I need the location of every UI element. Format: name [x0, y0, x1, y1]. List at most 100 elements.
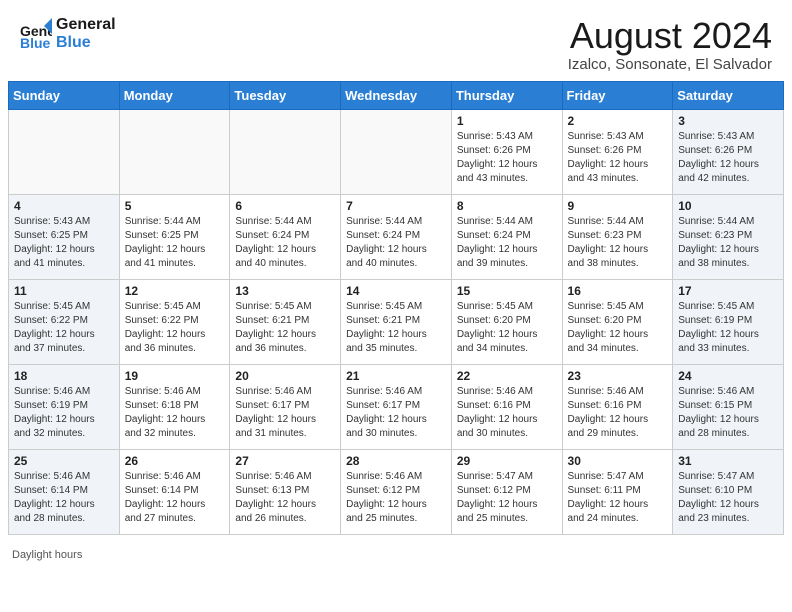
footer: Daylight hours: [0, 543, 792, 567]
calendar-cell: 23 Sunrise: 5:46 AM Sunset: 6:16 PM Dayli…: [562, 364, 673, 449]
day-info: Sunrise: 5:46 AM Sunset: 6:16 PM Dayligh…: [568, 385, 668, 441]
calendar-cell: [119, 109, 230, 194]
day-info: Sunrise: 5:46 AM Sunset: 6:12 PM Dayligh…: [346, 470, 446, 526]
calendar-cell: 22 Sunrise: 5:46 AM Sunset: 6:16 PM Dayli…: [451, 364, 562, 449]
header-monday: Monday: [119, 81, 230, 109]
calendar-cell: 4Sunrise: 5:43 AM Sunset: 6:25 PM Daylig…: [9, 194, 120, 279]
day-info: Sunrise: 5:44 AM Sunset: 6:25 PM Dayligh…: [125, 215, 225, 271]
calendar-cell: 24Sunrise: 5:46 AM Sunset: 6:15 PM Dayli…: [673, 364, 784, 449]
week-row-0: 1Sunrise: 5:43 AM Sunset: 6:26 PM Daylig…: [9, 109, 784, 194]
calendar-cell: 13Sunrise: 5:45 AM Sunset: 6:21 PM Dayli…: [230, 279, 341, 364]
calendar-cell: 14 Sunrise: 5:45 AM Sunset: 6:21 PM Dayli…: [341, 279, 452, 364]
day-info: Sunrise: 5:44 AM Sunset: 6:23 PM Dayligh…: [678, 215, 778, 271]
week-row-3: 18Sunrise: 5:46 AM Sunset: 6:19 PM Dayli…: [9, 364, 784, 449]
day-number: 12: [125, 284, 225, 298]
day-number: 20: [235, 369, 335, 383]
week-row-1: 4Sunrise: 5:43 AM Sunset: 6:25 PM Daylig…: [9, 194, 784, 279]
calendar-cell: 6Sunrise: 5:44 AM Sunset: 6:24 PM Daylig…: [230, 194, 341, 279]
day-number: 25: [14, 454, 114, 468]
title-area: August 2024 Izalco, Sonsonate, El Salvad…: [568, 16, 772, 73]
day-info: Sunrise: 5:43 AM Sunset: 6:25 PM Dayligh…: [14, 215, 114, 271]
calendar-cell: 19Sunrise: 5:46 AM Sunset: 6:18 PM Dayli…: [119, 364, 230, 449]
day-number: 5: [125, 199, 225, 213]
calendar-cell: 20 Sunrise: 5:46 AM Sunset: 6:17 PM Dayli…: [230, 364, 341, 449]
day-number: 14: [346, 284, 446, 298]
calendar-cell: 30Sunrise: 5:47 AM Sunset: 6:11 PM Dayli…: [562, 449, 673, 534]
calendar-cell: 9 Sunrise: 5:44 AM Sunset: 6:23 PM Daylig…: [562, 194, 673, 279]
calendar-cell: 15 Sunrise: 5:45 AM Sunset: 6:20 PM Dayli…: [451, 279, 562, 364]
day-number: 18: [14, 369, 114, 383]
day-info: Sunrise: 5:46 AM Sunset: 6:15 PM Dayligh…: [678, 385, 778, 441]
calendar-cell: 10 Sunrise: 5:44 AM Sunset: 6:23 PM Dayli…: [673, 194, 784, 279]
day-number: 11: [14, 284, 114, 298]
day-info: Sunrise: 5:45 AM Sunset: 6:22 PM Dayligh…: [125, 300, 225, 356]
header-friday: Friday: [562, 81, 673, 109]
day-info: Sunrise: 5:43 AM Sunset: 6:26 PM Dayligh…: [678, 130, 778, 186]
logo: General Blue General Blue: [20, 16, 116, 51]
day-number: 9: [568, 199, 668, 213]
day-number: 13: [235, 284, 335, 298]
day-info: Sunrise: 5:46 AM Sunset: 6:14 PM Dayligh…: [125, 470, 225, 526]
calendar-cell: 1Sunrise: 5:43 AM Sunset: 6:26 PM Daylig…: [451, 109, 562, 194]
calendar-cell: 31 Sunrise: 5:47 AM Sunset: 6:10 PM Dayli…: [673, 449, 784, 534]
calendar-cell: [230, 109, 341, 194]
header-thursday: Thursday: [451, 81, 562, 109]
day-number: 31: [678, 454, 778, 468]
page-header: General Blue General Blue August 2024 Iz…: [0, 0, 792, 81]
day-number: 10: [678, 199, 778, 213]
day-info: Sunrise: 5:46 AM Sunset: 6:13 PM Dayligh…: [235, 470, 335, 526]
day-number: 7: [346, 199, 446, 213]
day-number: 30: [568, 454, 668, 468]
calendar-cell: 16 Sunrise: 5:45 AM Sunset: 6:20 PM Dayli…: [562, 279, 673, 364]
day-info: Sunrise: 5:45 AM Sunset: 6:20 PM Dayligh…: [568, 300, 668, 356]
day-number: 22: [457, 369, 557, 383]
calendar-cell: 17Sunrise: 5:45 AM Sunset: 6:19 PM Dayli…: [673, 279, 784, 364]
day-number: 28: [346, 454, 446, 468]
header-sunday: Sunday: [9, 81, 120, 109]
daylight-label: Daylight hours: [12, 549, 82, 561]
calendar-table: SundayMondayTuesdayWednesdayThursdayFrid…: [8, 81, 784, 535]
day-number: 27: [235, 454, 335, 468]
day-info: Sunrise: 5:45 AM Sunset: 6:19 PM Dayligh…: [678, 300, 778, 356]
day-info: Sunrise: 5:44 AM Sunset: 6:24 PM Dayligh…: [457, 215, 557, 271]
week-row-4: 25 Sunrise: 5:46 AM Sunset: 6:14 PM Dayli…: [9, 449, 784, 534]
day-info: Sunrise: 5:47 AM Sunset: 6:10 PM Dayligh…: [678, 470, 778, 526]
day-info: Sunrise: 5:44 AM Sunset: 6:23 PM Dayligh…: [568, 215, 668, 271]
day-number: 26: [125, 454, 225, 468]
day-number: 29: [457, 454, 557, 468]
calendar-cell: 5 Sunrise: 5:44 AM Sunset: 6:25 PM Daylig…: [119, 194, 230, 279]
week-row-2: 11 Sunrise: 5:45 AM Sunset: 6:22 PM Dayli…: [9, 279, 784, 364]
day-number: 21: [346, 369, 446, 383]
calendar-cell: 12 Sunrise: 5:45 AM Sunset: 6:22 PM Dayli…: [119, 279, 230, 364]
day-number: 15: [457, 284, 557, 298]
day-number: 2: [568, 114, 668, 128]
calendar-cell: 27 Sunrise: 5:46 AM Sunset: 6:13 PM Dayli…: [230, 449, 341, 534]
calendar-cell: [341, 109, 452, 194]
day-info: Sunrise: 5:46 AM Sunset: 6:16 PM Dayligh…: [457, 385, 557, 441]
day-info: Sunrise: 5:44 AM Sunset: 6:24 PM Dayligh…: [235, 215, 335, 271]
day-number: 23: [568, 369, 668, 383]
logo-blue: Blue: [56, 34, 116, 52]
calendar-cell: 3 Sunrise: 5:43 AM Sunset: 6:26 PM Daylig…: [673, 109, 784, 194]
calendar-cell: 7 Sunrise: 5:44 AM Sunset: 6:24 PM Daylig…: [341, 194, 452, 279]
calendar-cell: [9, 109, 120, 194]
calendar-cell: 26 Sunrise: 5:46 AM Sunset: 6:14 PM Dayli…: [119, 449, 230, 534]
svg-text:Blue: Blue: [20, 35, 51, 50]
location: Izalco, Sonsonate, El Salvador: [568, 56, 772, 73]
day-number: 3: [678, 114, 778, 128]
calendar-cell: 2 Sunrise: 5:43 AM Sunset: 6:26 PM Daylig…: [562, 109, 673, 194]
calendar-cell: 25Sunrise: 5:46 AM Sunset: 6:14 PM Dayli…: [9, 449, 120, 534]
calendar-cell: 11Sunrise: 5:45 AM Sunset: 6:22 PM Dayli…: [9, 279, 120, 364]
calendar-cell: 29 Sunrise: 5:47 AM Sunset: 6:12 PM Dayli…: [451, 449, 562, 534]
calendar-header: SundayMondayTuesdayWednesdayThursdayFrid…: [9, 81, 784, 109]
day-info: Sunrise: 5:46 AM Sunset: 6:17 PM Dayligh…: [235, 385, 335, 441]
day-info: Sunrise: 5:43 AM Sunset: 6:26 PM Dayligh…: [568, 130, 668, 186]
month-year: August 2024: [568, 16, 772, 56]
day-number: 16: [568, 284, 668, 298]
day-info: Sunrise: 5:44 AM Sunset: 6:24 PM Dayligh…: [346, 215, 446, 271]
day-info: Sunrise: 5:45 AM Sunset: 6:21 PM Dayligh…: [346, 300, 446, 356]
calendar-wrap: SundayMondayTuesdayWednesdayThursdayFrid…: [0, 81, 792, 543]
day-info: Sunrise: 5:47 AM Sunset: 6:12 PM Dayligh…: [457, 470, 557, 526]
day-info: Sunrise: 5:45 AM Sunset: 6:20 PM Dayligh…: [457, 300, 557, 356]
calendar-cell: 28 Sunrise: 5:46 AM Sunset: 6:12 PM Dayli…: [341, 449, 452, 534]
